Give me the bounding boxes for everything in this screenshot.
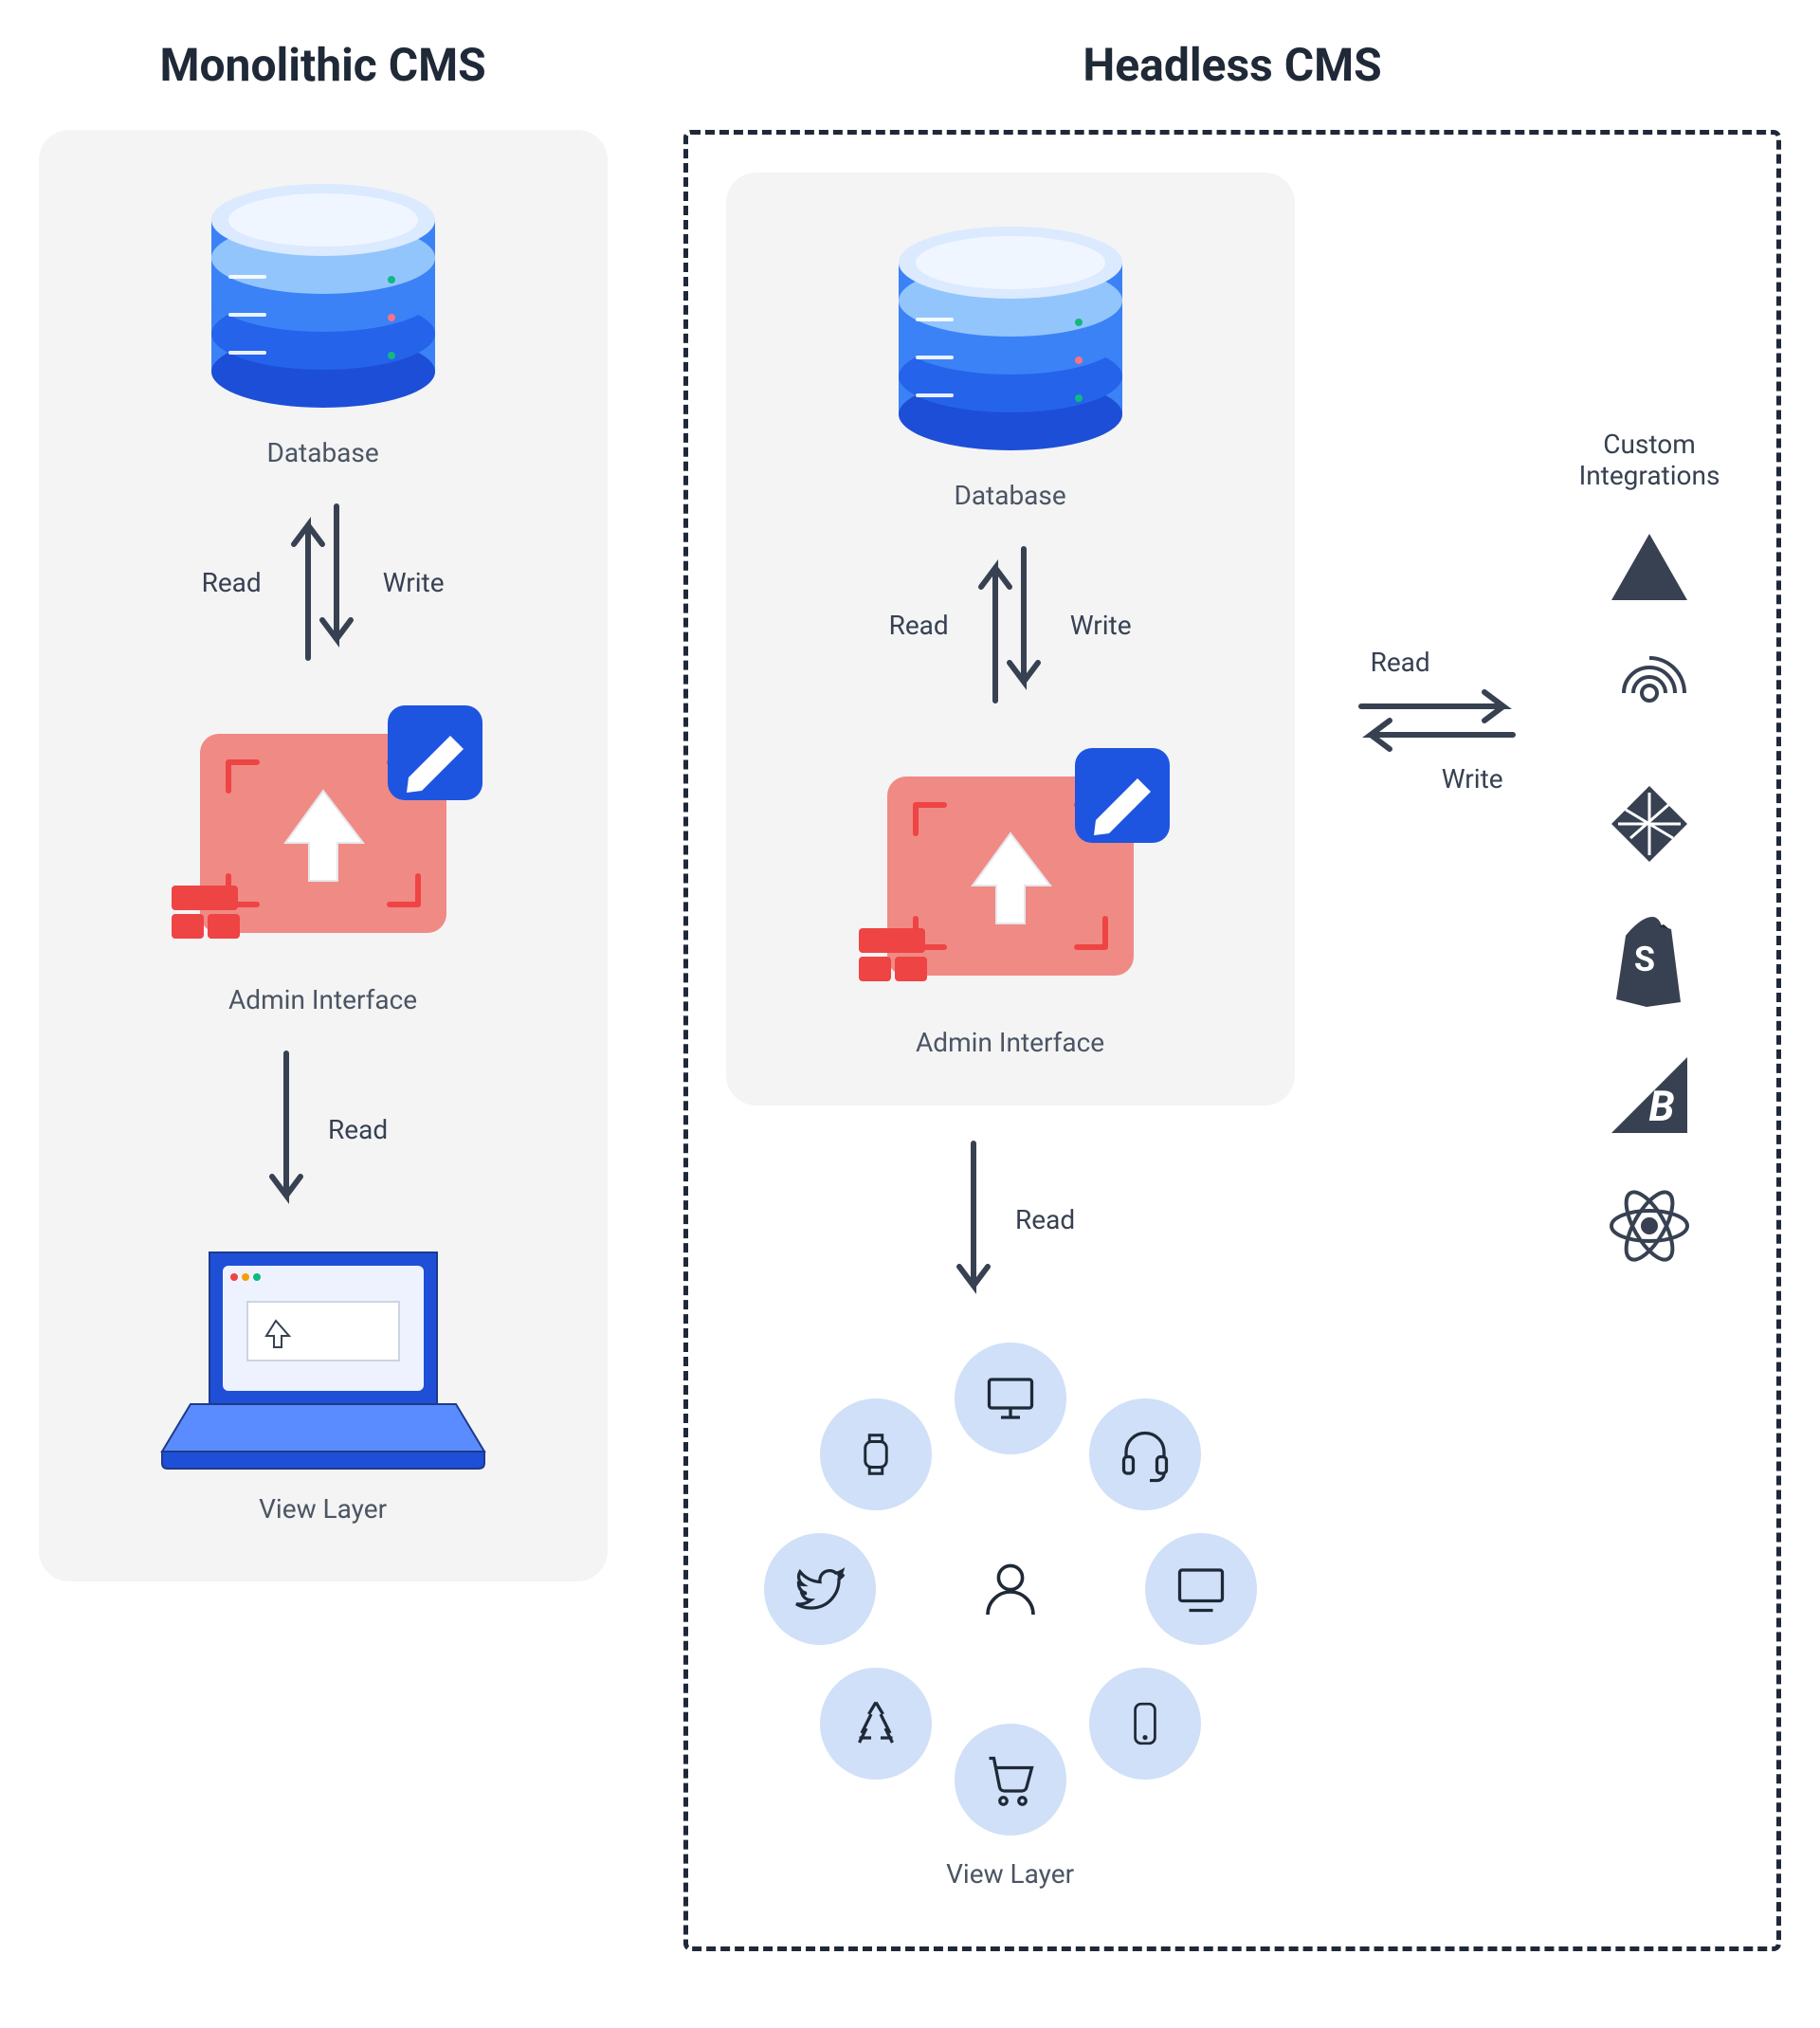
diagram-canvas: Monolithic CMS: [0, 0, 1820, 2028]
admin-interface-icon: [162, 696, 484, 961]
watch-icon: [820, 1398, 932, 1510]
admin-interface-icon: [849, 739, 1172, 1004]
read-label: Read: [1015, 1204, 1075, 1235]
bidirectional-arrow-icon: [962, 539, 1057, 710]
shopify-icon: S: [1607, 912, 1692, 1007]
headless-database-label: Database: [954, 480, 1065, 511]
twitter-icon: [764, 1533, 876, 1645]
monitor-icon: [1145, 1533, 1257, 1645]
write-label: Write: [1442, 763, 1503, 795]
appstore-icon: [820, 1668, 932, 1780]
fingerprint-icon: [1607, 650, 1692, 736]
monolithic-rw-arrows: Read Write: [202, 497, 445, 667]
headless-admin-db-box: Database Read Write: [726, 173, 1295, 1105]
integrations-list: S B: [1602, 529, 1697, 1269]
headless-box: Database Read Write: [683, 130, 1782, 1951]
user-icon: [968, 1546, 1053, 1632]
integrations-title: Custom Integrations: [1579, 429, 1720, 491]
cart-icon: [955, 1724, 1066, 1836]
netlify-icon: [1607, 781, 1692, 867]
headless-view-label: View Layer: [946, 1858, 1074, 1890]
headset-icon: [1089, 1398, 1201, 1510]
svg-text:B: B: [1648, 1082, 1674, 1131]
channels-ring: [764, 1343, 1257, 1836]
react-icon: [1602, 1183, 1697, 1269]
vercel-icon: [1607, 529, 1692, 605]
desktop-icon: [955, 1343, 1066, 1454]
laptop-icon: [153, 1243, 494, 1471]
read-label: Read: [202, 567, 262, 598]
read-label: Read: [1371, 647, 1430, 678]
bigcommerce-icon: B: [1607, 1052, 1692, 1138]
bidirectional-horizontal-arrow-icon: [1352, 678, 1522, 763]
monolithic-view-label: View Layer: [259, 1493, 387, 1525]
headless-core: Database Read Write: [726, 173, 1295, 1890]
monolithic-admin-label: Admin Interface: [228, 984, 417, 1015]
phone-icon: [1089, 1668, 1201, 1780]
down-arrow-icon: [258, 1044, 315, 1215]
headless-column: Headless CMS: [683, 38, 1782, 1990]
headless-rw-arrows: Read Write: [889, 539, 1132, 710]
monolithic-column: Monolithic CMS: [39, 38, 608, 1990]
database-icon: [868, 210, 1153, 457]
headless-read-arrow: Read: [945, 1134, 1075, 1305]
write-label: Write: [383, 567, 445, 598]
svg-text:S: S: [1634, 940, 1655, 979]
bidirectional-arrow-icon: [275, 497, 370, 667]
read-label: Read: [328, 1114, 388, 1145]
write-label: Write: [1070, 610, 1132, 641]
custom-integrations: Custom Integrations: [1579, 429, 1720, 1269]
monolithic-box: Database Read Write: [39, 130, 608, 1581]
database-icon: [181, 168, 465, 414]
headless-admin-label: Admin Interface: [916, 1027, 1104, 1058]
integration-rw-arrows: Read Write: [1352, 647, 1522, 795]
down-arrow-icon: [945, 1134, 1002, 1305]
monolithic-database-label: Database: [266, 437, 378, 468]
monolithic-read-arrow: Read: [258, 1044, 388, 1215]
monolithic-title: Monolithic CMS: [159, 38, 485, 92]
read-label: Read: [889, 610, 949, 641]
headless-title: Headless CMS: [1083, 38, 1381, 92]
